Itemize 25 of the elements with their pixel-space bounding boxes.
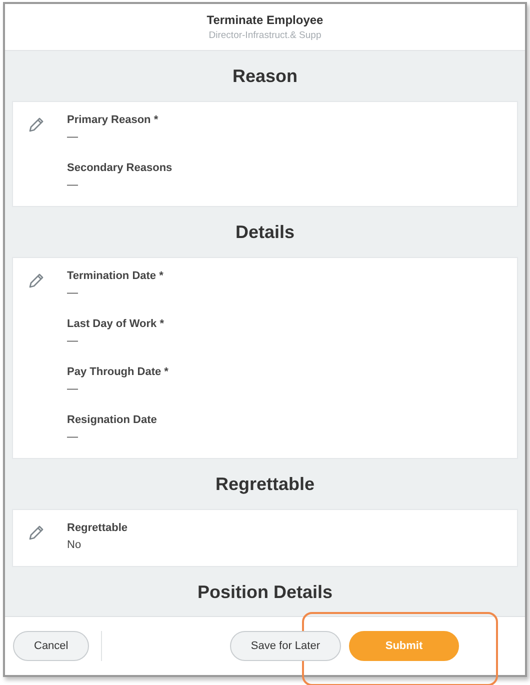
section-heading: Reason [231, 64, 299, 88]
save-button[interactable]: Save for Later [230, 631, 341, 661]
field-label: Last Day of Work * [67, 317, 165, 332]
section-heading: Regrettable [214, 472, 316, 496]
field-label: Termination Date * [67, 269, 164, 284]
cancel-button[interactable]: Cancel [13, 631, 90, 661]
section-heading: Position Details [196, 580, 334, 604]
field-value: — [67, 286, 79, 301]
field-value: — [67, 130, 79, 145]
section-heading: Details [234, 220, 296, 244]
field-value: — [67, 382, 79, 397]
field-label: Regrettable [67, 521, 128, 536]
field-label: Secondary Reasons [67, 161, 172, 176]
field-value: — [67, 178, 79, 193]
field-value: — [67, 334, 79, 349]
field-value: No [67, 538, 82, 553]
field-value: — [67, 430, 79, 445]
pencil-icon[interactable] [27, 272, 45, 290]
field-label: Pay Through Date * [67, 365, 168, 380]
field-label: Resignation Date [67, 413, 158, 428]
pencil-icon[interactable] [27, 116, 45, 134]
page-subtitle: Director-Infrastruct.& Supp [208, 30, 322, 41]
pencil-icon[interactable] [27, 524, 45, 542]
field-label: Primary Reason * [67, 113, 160, 128]
page-title: Terminate Employee [206, 13, 324, 27]
